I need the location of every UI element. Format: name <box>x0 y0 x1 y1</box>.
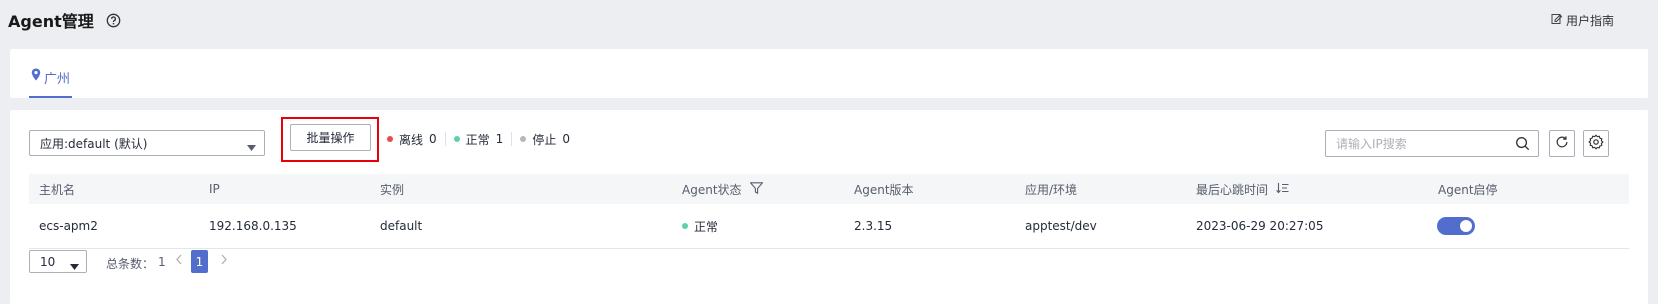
refresh-button[interactable] <box>1549 130 1575 157</box>
status-offline: 离线 0 <box>387 131 437 148</box>
normal-dot <box>453 136 460 142</box>
divider <box>511 132 513 146</box>
col-header-agent-version: Agent版本 <box>854 182 914 197</box>
total-label: 总条数： <box>106 257 155 271</box>
col-header-ip: IP <box>209 182 220 196</box>
agent-toggle-switch[interactable] <box>1437 217 1475 235</box>
cell-app-env: apptest/dev <box>1025 219 1097 233</box>
col-header-instance: 实例 <box>380 182 405 197</box>
page-button-current[interactable]: 1 <box>191 250 208 273</box>
stopped-dot <box>520 136 527 142</box>
col-header-app-env: 应用/环境 <box>1025 182 1078 197</box>
status-offline-count: 0 <box>429 132 437 146</box>
status-normal-dot <box>682 223 688 229</box>
sort-icon[interactable] <box>1276 182 1289 197</box>
page-size-value: 10 <box>40 254 56 269</box>
user-guide-label: 用户指南 <box>1565 14 1614 28</box>
table-header: 主机名 IP 实例 Agent状态 Agent版本 应用/环境 最后心跳时间 A… <box>29 174 1629 204</box>
region-tab-bar: 广州 <box>10 49 1648 98</box>
page-title-text: Agent管理 <box>8 12 94 31</box>
col-header-last-heartbeat: 最后心跳时间 <box>1196 181 1289 198</box>
col-header-agent-status: Agent状态 <box>682 181 764 198</box>
col-header-agent-toggle: Agent启停 <box>1438 182 1498 197</box>
agent-list-panel: 应用:default (默认) 批量操作 离线 0 正常 1 停止 0 请输入I… <box>10 110 1648 304</box>
cell-agent-status: 正常 <box>682 218 718 235</box>
offline-dot <box>387 136 393 142</box>
caret-down-icon <box>247 140 256 154</box>
caret-down-icon <box>70 259 79 273</box>
page-size-select[interactable]: 10 <box>29 250 87 273</box>
cell-agent-toggle <box>1437 217 1475 235</box>
search-icon[interactable] <box>1515 136 1530 154</box>
chevron-right-icon[interactable] <box>220 253 228 269</box>
cell-last-heartbeat: 2023-06-29 20:27:05 <box>1196 219 1324 233</box>
settings-button[interactable] <box>1583 130 1609 157</box>
tab-guangzhou[interactable]: 广州 <box>29 68 73 98</box>
filter-icon[interactable] <box>748 181 764 197</box>
cell-instance: default <box>380 219 423 233</box>
app-select-dropdown[interactable]: 应用:default (默认) <box>29 130 265 156</box>
page-title: Agent管理 <box>8 8 121 32</box>
cell-ip: 192.168.0.135 <box>209 219 297 233</box>
status-stopped-count: 0 <box>562 132 570 146</box>
divider <box>444 132 446 146</box>
edit-doc-icon <box>1551 13 1563 28</box>
app-select-value: 应用:default (默认) <box>40 136 148 151</box>
status-offline-label: 离线 <box>399 132 424 147</box>
status-normal-count: 1 <box>495 132 504 146</box>
status-normal-label: 正常 <box>465 132 490 147</box>
ip-search-input[interactable] <box>1326 131 1506 156</box>
tab-label: 广州 <box>44 72 71 87</box>
total-value: 1 <box>158 255 166 269</box>
user-guide-link[interactable]: 用户指南 <box>1551 12 1614 29</box>
refresh-icon <box>1555 135 1569 152</box>
location-pin-icon <box>31 68 41 85</box>
status-normal: 正常 1 <box>453 131 504 148</box>
status-stopped-label: 停止 <box>532 132 557 147</box>
status-stopped: 停止 0 <box>520 131 570 148</box>
ip-search-box <box>1325 130 1539 157</box>
question-circle-icon[interactable] <box>106 13 121 28</box>
batch-operation-button[interactable]: 批量操作 <box>290 124 371 151</box>
cell-agent-version: 2.3.15 <box>854 219 893 233</box>
total-count: 总条数： 1 <box>106 255 166 272</box>
gear-icon <box>1588 134 1604 153</box>
cell-hostname: ecs-apm2 <box>39 219 98 233</box>
chevron-left-icon[interactable] <box>175 253 183 269</box>
table-row: ecs-apm2 192.168.0.135 default 正常 2.3.15… <box>29 204 1629 249</box>
col-header-hostname: 主机名 <box>39 182 76 197</box>
status-summary: 离线 0 正常 1 停止 0 <box>387 131 570 147</box>
